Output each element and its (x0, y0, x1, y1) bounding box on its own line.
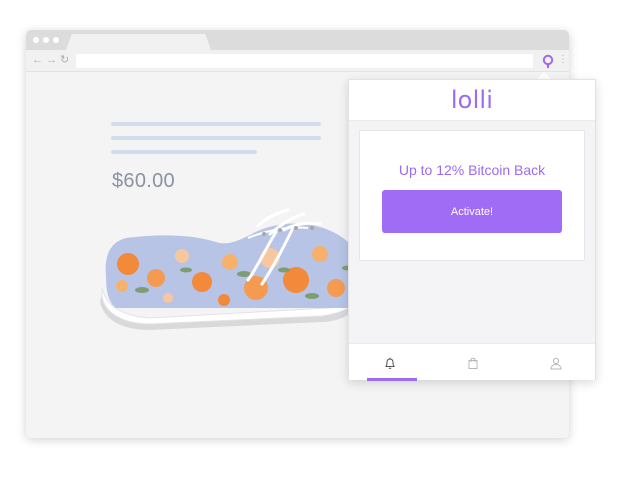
placeholder-text-line (111, 136, 321, 140)
forward-arrow-icon[interactable]: → (46, 53, 57, 67)
popup-header: lolli (349, 80, 595, 121)
offer-card: Up to 12% Bitcoin Back Activate! (359, 130, 585, 261)
offer-text: Up to 12% Bitcoin Back (398, 162, 546, 178)
browser-tab[interactable] (66, 34, 211, 50)
window-control-dot[interactable] (33, 37, 39, 43)
placeholder-text-line (111, 122, 321, 126)
popup-body: Up to 12% Bitcoin Back Activate! (349, 121, 595, 343)
window-control-dot[interactable] (43, 37, 49, 43)
browser-toolbar: ← → ↻ ⋮ (26, 50, 569, 72)
bell-icon (384, 357, 396, 369)
tab-account[interactable] (515, 344, 597, 381)
tab-notifications[interactable] (349, 344, 431, 381)
address-bar[interactable] (76, 54, 533, 68)
popup-bottom-nav (349, 343, 597, 381)
extension-popup: lolli Up to 12% Bitcoin Back Activate! (348, 79, 597, 381)
user-icon (550, 357, 562, 369)
tab-strip (26, 30, 569, 50)
back-arrow-icon[interactable]: ← (32, 53, 43, 67)
shopping-bag-icon (468, 357, 478, 369)
reload-icon[interactable]: ↻ (60, 53, 69, 67)
activate-button[interactable]: Activate! (382, 190, 562, 233)
product-price: $60.00 (112, 170, 175, 192)
tab-shopping[interactable] (432, 344, 514, 381)
window-control-dot[interactable] (53, 37, 59, 43)
lolli-logo: lolli (450, 86, 494, 114)
kebab-menu-icon[interactable]: ⋮ (558, 53, 568, 67)
placeholder-text-line (111, 150, 257, 154)
lolli-extension-icon[interactable] (541, 54, 555, 68)
product-image (100, 208, 358, 330)
